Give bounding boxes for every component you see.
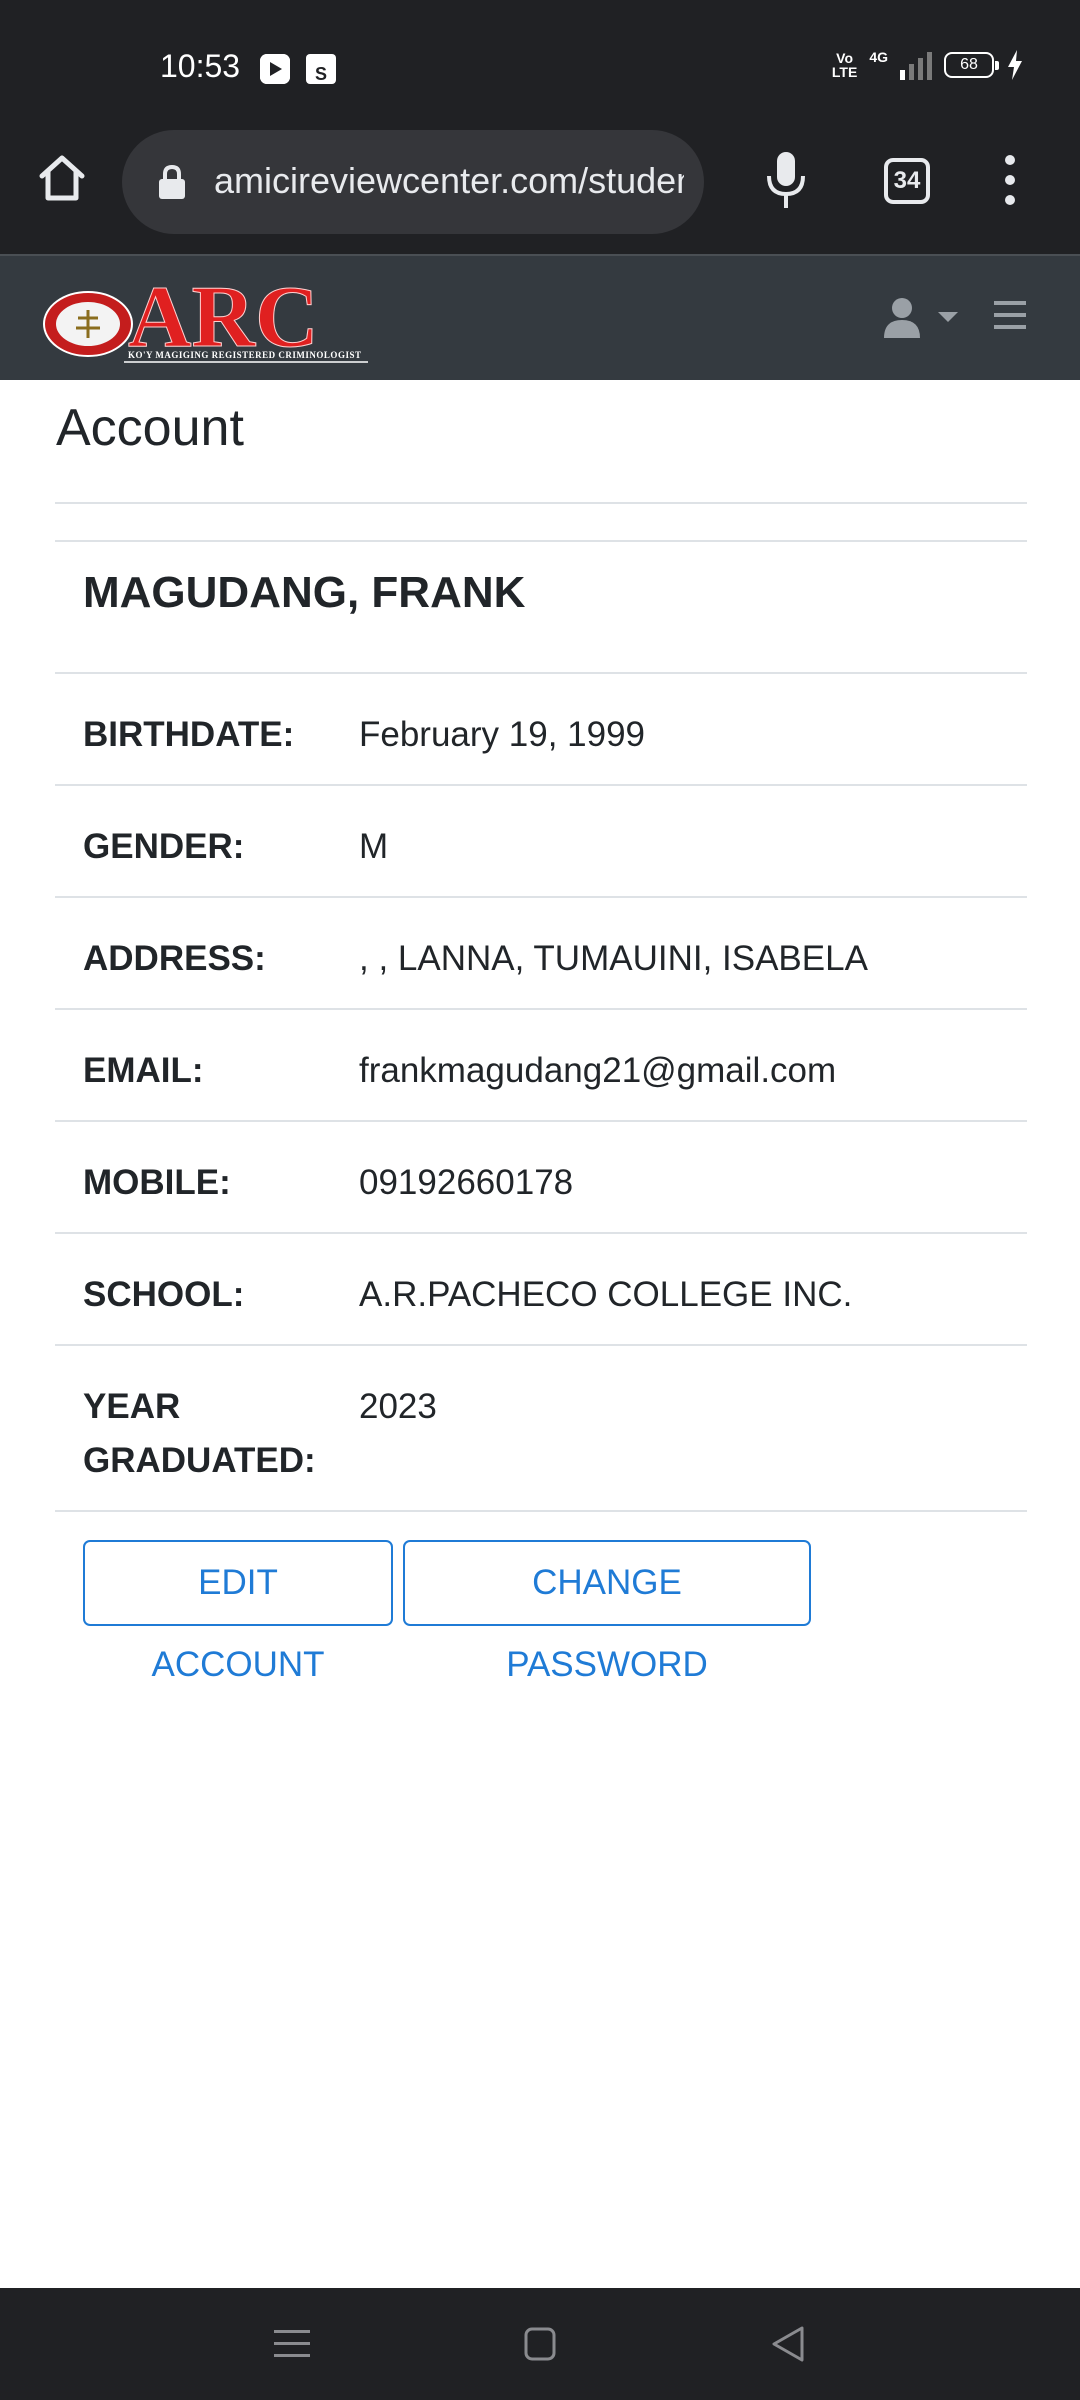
battery-icon: 68 — [944, 52, 999, 78]
field-row-gender: GENDER: M — [55, 784, 1027, 896]
field-row-email: EMAIL: frankmagudang21@gmail.com — [55, 1008, 1027, 1120]
status-indicators: Vo LTE 4G 68 — [831, 49, 1024, 80]
signal-strength-icon — [900, 50, 932, 80]
more-vert-icon[interactable] — [1000, 154, 1020, 206]
tab-switcher-button[interactable]: 34 — [884, 158, 930, 204]
field-row-school: SCHOOL: A.R.PACHECO COLLEGE INC. — [55, 1232, 1027, 1344]
chevron-down-icon — [938, 312, 958, 322]
status-bar: 10:53 S Vo LTE 4G 68 — [0, 0, 1080, 122]
mic-icon[interactable] — [764, 150, 808, 210]
field-value: February 19, 1999 — [359, 715, 646, 754]
field-label: MOBILE: — [83, 1163, 231, 1202]
video-app-icon — [260, 54, 290, 84]
field-value: M — [359, 827, 389, 866]
charging-bolt-icon — [1008, 50, 1022, 80]
field-row-address: ADDRESS: , , LANNA, TUMAUINI, ISABELA — [55, 896, 1027, 1008]
field-row-birthdate: BIRTHDATE: February 19, 1999 — [55, 672, 1027, 784]
student-name: MAGUDANG, FRANK — [83, 568, 526, 617]
url-text[interactable]: amicireviewcenter.com/student — [214, 160, 684, 204]
field-value: A.R.PACHECO COLLEGE INC. — [359, 1275, 853, 1314]
recent-apps-icon[interactable] — [270, 2324, 314, 2364]
field-label-line2: GRADUATED: — [83, 1441, 316, 1480]
field-label: BIRTHDATE: — [83, 715, 295, 754]
field-value: , , LANNA, TUMAUINI, ISABELA — [359, 939, 868, 978]
field-label: GENDER: — [83, 827, 245, 866]
field-label-line1: YEAR — [83, 1387, 181, 1426]
status-time: 10:53 — [160, 48, 241, 84]
svg-text:KO'Y MAGIGING REGISTERED CRIMI: KO'Y MAGIGING REGISTERED CRIMINOLOGIST — [128, 350, 361, 360]
field-row-mobile: MOBILE: 09192660178 — [55, 1120, 1027, 1232]
title-divider — [55, 502, 1027, 504]
field-label: YEAR GRADUATED: — [83, 1380, 316, 1488]
field-value: 2023 — [359, 1387, 437, 1426]
field-label: SCHOOL: — [83, 1275, 245, 1314]
network-type: 4G — [869, 49, 888, 65]
system-navigation-bar — [0, 2288, 1080, 2400]
field-row-year-graduated: YEAR GRADUATED: 2023 — [55, 1344, 1027, 1512]
user-icon[interactable] — [884, 296, 960, 340]
field-label: ADDRESS: — [83, 939, 266, 978]
home-icon[interactable] — [36, 152, 88, 204]
address-bar[interactable]: amicireviewcenter.com/student — [122, 130, 704, 234]
lock-icon — [159, 164, 185, 199]
shopping-bag-icon: S — [306, 54, 336, 84]
field-label: EMAIL: — [83, 1051, 204, 1090]
volte-icon: Vo LTE — [831, 50, 858, 80]
svg-text:S: S — [315, 64, 327, 84]
page-title: Account — [56, 399, 244, 457]
back-icon[interactable] — [766, 2324, 810, 2364]
hamburger-icon[interactable] — [994, 300, 1026, 330]
site-navbar: ARC KO'Y MAGIGING REGISTERED CRIMINOLOGI… — [0, 254, 1080, 380]
card-top-border — [55, 540, 1027, 542]
field-value: 09192660178 — [359, 1163, 574, 1202]
arc-logo[interactable]: ARC KO'Y MAGIGING REGISTERED CRIMINOLOGI… — [40, 272, 370, 364]
field-value: frankmagudang21@gmail.com — [359, 1051, 837, 1090]
change-password-button[interactable]: CHANGE PASSWORD — [403, 1540, 811, 1684]
browser-toolbar: amicireviewcenter.com/student 34 — [0, 122, 1080, 254]
edit-account-button[interactable]: EDIT ACCOUNT — [83, 1540, 393, 1684]
system-home-icon[interactable] — [518, 2324, 562, 2364]
